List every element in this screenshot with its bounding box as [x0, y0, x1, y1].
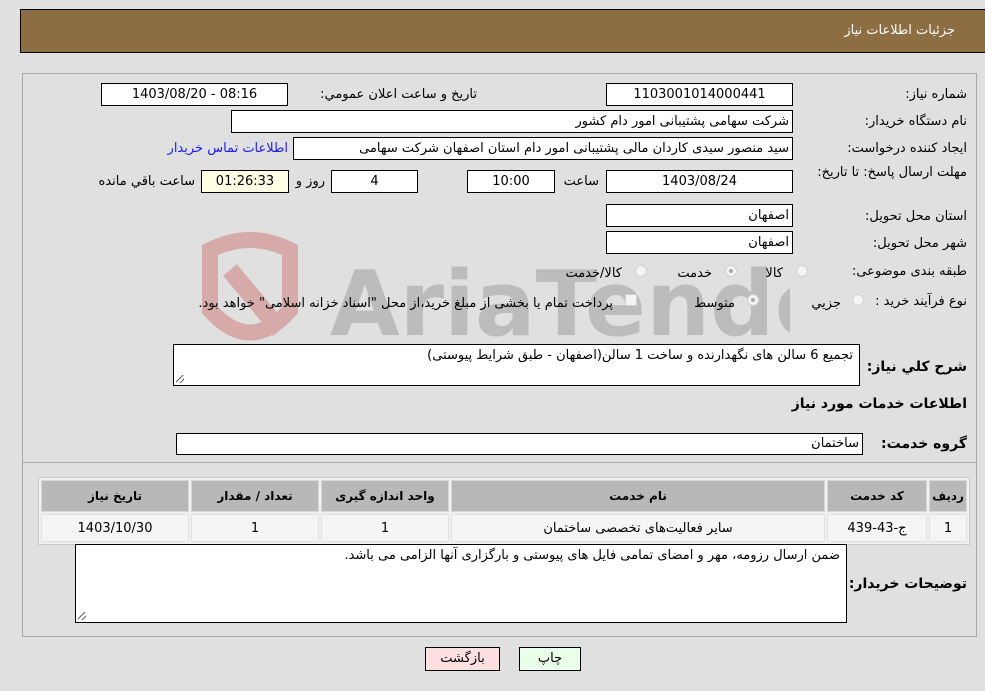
purchase-type-label: نوع فرآیند خرید :: [875, 294, 967, 309]
cell-service-name: سایر فعالیت‌های تخصصی ساختمان: [451, 514, 825, 542]
purchase-type-radio-minor[interactable]: [852, 294, 864, 306]
delivery-city-field: اصفهان: [606, 231, 793, 254]
cell-unit: 1: [321, 514, 449, 542]
purchase-type-radio-medium[interactable]: [747, 294, 759, 306]
category-radio-goods-service[interactable]: [635, 265, 647, 277]
print-button[interactable]: چاپ: [519, 647, 581, 671]
category-radio-goods[interactable]: [796, 265, 808, 277]
remaining-time-field: 01:26:33: [201, 170, 289, 193]
delivery-province-label: استان محل تحویل:: [865, 209, 967, 224]
buyer-notes-label: توضیحات خریدار:: [848, 576, 967, 592]
need-number-label: شماره نیاز:: [905, 87, 967, 102]
col-header-need-date: تاریخ نیاز: [41, 480, 189, 512]
cell-row-number: 1: [929, 514, 967, 542]
remaining-days-field: 4: [331, 170, 418, 193]
purchase-type-medium-label: متوسط: [694, 296, 735, 311]
deadline-time-field: 10:00: [467, 170, 555, 193]
category-option-goods-service-label: کالا/خدمت: [565, 266, 622, 281]
general-description-field[interactable]: تجمیع 6 سالن های نگهدارنده و ساخت 1 سالن…: [173, 344, 860, 386]
buyer-notes-text: ضمن ارسال رزومه، مهر و امضای تمامی فایل …: [344, 548, 840, 563]
category-label: طبقه بندی موضوعی:: [851, 264, 967, 279]
category-radio-service[interactable]: [725, 265, 737, 277]
delivery-city-label: شهر محل تحویل:: [872, 236, 967, 251]
buyer-org-field: شرکت سهامی پشتیبانی امور دام کشور: [231, 110, 793, 133]
buyer-contact-link[interactable]: اطلاعات تماس خریدار: [168, 141, 288, 156]
col-header-quantity: تعداد / مقدار: [191, 480, 319, 512]
general-description-label: شرح كلي نياز:: [866, 359, 967, 375]
cell-need-date: 1403/10/30: [41, 514, 189, 542]
cell-service-code: ج-43-439: [827, 514, 927, 542]
delivery-province-field: اصفهان: [606, 204, 793, 227]
page-header: جزئیات اطلاعات نیاز: [20, 9, 985, 53]
col-header-service-name: نام خدمت: [451, 480, 825, 512]
col-header-row-number: ردیف: [929, 480, 967, 512]
purchase-type-minor-label: جزيي: [811, 296, 841, 311]
service-group-field: ساختمان: [176, 433, 863, 455]
col-header-unit: واحد اندازه گیری: [321, 480, 449, 512]
buyer-notes-field[interactable]: ضمن ارسال رزومه، مهر و امضای تمامی فایل …: [75, 544, 847, 623]
deadline-date-field: 1403/08/24: [606, 170, 793, 193]
announce-datetime-field: 1403/08/20 - 08:16: [101, 83, 288, 106]
back-button[interactable]: بازگشت: [425, 647, 500, 671]
service-group-label: گروه خدمت:: [881, 436, 967, 452]
deadline-label: مهلت ارسال پاسخ: تا تاریخ:: [817, 165, 967, 180]
services-table: ردیف کد خدمت نام خدمت واحد اندازه گیری ت…: [38, 477, 970, 545]
category-option-goods-label: کالا: [765, 266, 783, 281]
announce-datetime-label: تاریخ و ساعت اعلان عمومي:: [320, 87, 477, 102]
cell-quantity: 1: [191, 514, 319, 542]
treasury-payment-checkbox[interactable]: [625, 294, 637, 306]
need-number-field: 1103001014000441: [606, 83, 793, 106]
treasury-payment-label: پرداخت تمام یا بخشی از مبلغ خرید،از محل …: [198, 296, 613, 311]
page-title: جزئیات اطلاعات نیاز: [844, 23, 955, 38]
resize-grip-icon[interactable]: [78, 612, 86, 620]
general-description-text: تجمیع 6 سالن های نگهدارنده و ساخت 1 سالن…: [427, 348, 853, 363]
table-row: 1 ج-43-439 سایر فعالیت‌های تخصصی ساختمان…: [41, 514, 967, 542]
requester-field: سید منصور سیدی کاردان مالی پشتیبانی امور…: [293, 137, 793, 160]
remaining-time-label: ساعت باقي مانده: [98, 174, 195, 189]
resize-grip-icon[interactable]: [176, 375, 184, 383]
col-header-service-code: کد خدمت: [827, 480, 927, 512]
buyer-org-label: نام دستگاه خریدار:: [864, 114, 967, 129]
services-section-title: اطلاعات خدمات مورد نیاز: [791, 396, 967, 412]
table-header-row: ردیف کد خدمت نام خدمت واحد اندازه گیری ت…: [41, 480, 967, 512]
days-label: روز و: [295, 174, 325, 189]
deadline-time-label: ساعت: [563, 174, 599, 189]
category-option-service-label: خدمت: [677, 266, 712, 281]
requester-label: ایجاد کننده درخواست:: [847, 141, 967, 156]
